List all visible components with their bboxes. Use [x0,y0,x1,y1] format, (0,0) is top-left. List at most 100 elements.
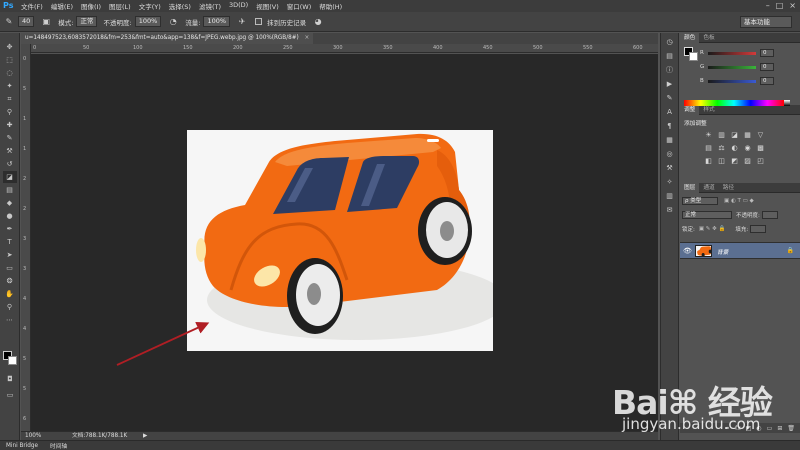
tab-styles[interactable]: 样式 [699,105,718,115]
layer-kind-filter[interactable]: ρ 类型 [682,197,718,205]
brush-panel-icon[interactable]: ▣ [40,16,52,28]
menu-item[interactable]: 编辑(E) [47,1,77,11]
pressure-size-icon[interactable]: ◕ [312,16,324,28]
blur-tool-icon[interactable]: ◆ [3,197,17,209]
swatches-panel-icon[interactable]: ▦ [664,134,676,145]
lock-icons[interactable]: ▣ ✎ ✥ 🔒 [699,226,726,232]
adjustment-icon[interactable]: ▽ [754,128,767,141]
green-value[interactable]: 0 [760,63,774,71]
flow-field[interactable]: 100% [203,16,231,27]
menu-item[interactable]: 选择(S) [165,1,195,11]
grayscale-ramp[interactable] [784,100,790,106]
eyedropper-tool-icon[interactable]: ⚲ [3,106,17,118]
document-close-icon[interactable]: × [305,35,310,41]
zoom-level[interactable]: 100% [25,432,41,440]
layer-comps-panel-icon[interactable]: ▥ [664,190,676,201]
history-panel-icon[interactable]: ◷ [664,36,676,47]
red-slider[interactable] [708,51,756,55]
pen-tool-icon[interactable]: ✒ [3,223,17,235]
crop-tool-icon[interactable]: ⌗ [3,93,17,105]
eraser-tool-icon[interactable]: ◪ [2,171,17,183]
character-panel-icon[interactable]: A [664,106,676,117]
layer-row-background[interactable]: 👁 背景 🔒 [680,242,800,259]
hand-tool-icon[interactable]: ✋ [3,288,17,300]
adjustment-icon[interactable]: ◩ [728,154,741,167]
adjustment-icon[interactable]: ▨ [741,154,754,167]
tab-layers[interactable]: 图层 [680,182,700,193]
background-swatch[interactable] [689,52,698,61]
color-swatches[interactable] [3,351,17,365]
horizontal-ruler[interactable]: 0501001502002503003504004505005506006507… [31,44,793,53]
properties-panel-icon[interactable]: ▤ [664,50,676,61]
adjustment-icon[interactable]: ◰ [754,154,767,167]
color-spectrum[interactable] [684,100,784,106]
opacity-field[interactable]: 100% [134,16,162,27]
brush-size-picker[interactable]: 40 [18,16,35,27]
magic-wand-tool-icon[interactable]: ✦ [3,80,17,92]
adjustment-icon[interactable]: ▤ [702,141,715,154]
navigator-panel-icon[interactable]: ◎ [664,148,676,159]
clone-stamp-tool-icon[interactable]: ⚒ [3,145,17,157]
airbrush-icon[interactable]: ✈ [236,16,248,28]
adjustment-icon[interactable]: ☀ [702,128,715,141]
menu-item[interactable]: 3D(D) [225,1,252,11]
healing-brush-tool-icon[interactable]: ✚ [3,119,17,131]
close-icon[interactable]: × [789,1,796,10]
adjustment-icon[interactable]: ◫ [715,154,728,167]
adjustment-icon[interactable]: ◧ [702,154,715,167]
adjustment-icon[interactable]: ⚖ [715,141,728,154]
tab-adjustments[interactable]: 调整 [680,104,700,115]
adjustment-icon[interactable]: ◐ [728,141,741,154]
fill-field[interactable] [750,225,767,233]
adjustment-icon[interactable]: ◪ [728,128,741,141]
document-canvas[interactable] [187,130,493,351]
lasso-tool-icon[interactable]: ◌ [3,67,17,79]
green-slider[interactable] [708,65,756,69]
clone-source-panel-icon[interactable]: ⚒ [664,162,676,173]
tab-mini-bridge[interactable]: Mini Bridge [0,443,44,449]
tab-swatches[interactable]: 色板 [699,33,718,43]
blue-slider[interactable] [708,79,756,83]
layer-opacity-field[interactable] [761,211,778,219]
pressure-opacity-icon[interactable]: ◔ [167,16,179,28]
zoom-tool-icon[interactable]: ⚲ [3,301,17,313]
brush-tool-preset-icon[interactable]: ✎ [3,16,15,28]
menu-item[interactable]: 窗口(W) [283,1,316,11]
tab-timeline[interactable]: 时间轴 [44,441,73,450]
filter-icons[interactable]: ▣ ◐ T ▭ ◆ [724,198,754,204]
adjustment-icon[interactable]: ◉ [741,141,754,154]
tool-presets-panel-icon[interactable]: ✧ [664,176,676,187]
adjustment-icon[interactable]: ▩ [754,141,767,154]
tab-color[interactable]: 颜色 [680,32,700,43]
tab-channels[interactable]: 通道 [699,183,718,193]
adjustment-icon[interactable]: ▥ [715,128,728,141]
vertical-ruler[interactable]: 0 5 1 1 2 2 3 3 4 4 5 5 6 [21,44,31,431]
color-panel-swatches[interactable] [684,47,698,61]
visibility-eye-icon[interactable]: 👁 [683,247,692,255]
workspace-select[interactable]: 基本功能 [740,16,792,28]
screen-mode-icon[interactable]: ▭ [3,389,17,401]
adjustment-icon[interactable]: ▦ [741,128,754,141]
tab-paths[interactable]: 路径 [719,183,738,193]
mode-select[interactable]: 正常 [76,16,98,27]
menu-item[interactable]: 图像(I) [77,1,105,11]
blue-value[interactable]: 0 [760,77,774,85]
red-value[interactable]: 0 [760,49,774,57]
menu-item[interactable]: 文件(F) [17,1,47,11]
history-brush-tool-icon[interactable]: ↺ [3,158,17,170]
brush-tool-icon[interactable]: ✎ [3,132,17,144]
type-tool-icon[interactable]: T [3,236,17,248]
maximize-icon[interactable]: □ [776,1,784,10]
quick-mask-icon[interactable]: ◘ [3,373,17,385]
notes-panel-icon[interactable]: ✉ [664,204,676,215]
history-checkbox[interactable] [255,18,263,25]
minimize-icon[interactable]: – [766,1,770,10]
blend-mode-select[interactable]: 正常 [682,211,732,219]
menu-item[interactable]: 帮助(H) [315,1,346,11]
dodge-tool-icon[interactable]: ● [3,210,17,222]
document-tab[interactable]: u=148497523,6083572018&fm=253&fmt=auto&a… [21,33,314,44]
actions-panel-icon[interactable]: ▶ [664,78,676,89]
move-tool-icon[interactable]: ✥ [3,41,17,53]
menu-item[interactable]: 滤镜(T) [195,1,225,11]
shape-tool-icon[interactable]: ▭ [3,262,17,274]
